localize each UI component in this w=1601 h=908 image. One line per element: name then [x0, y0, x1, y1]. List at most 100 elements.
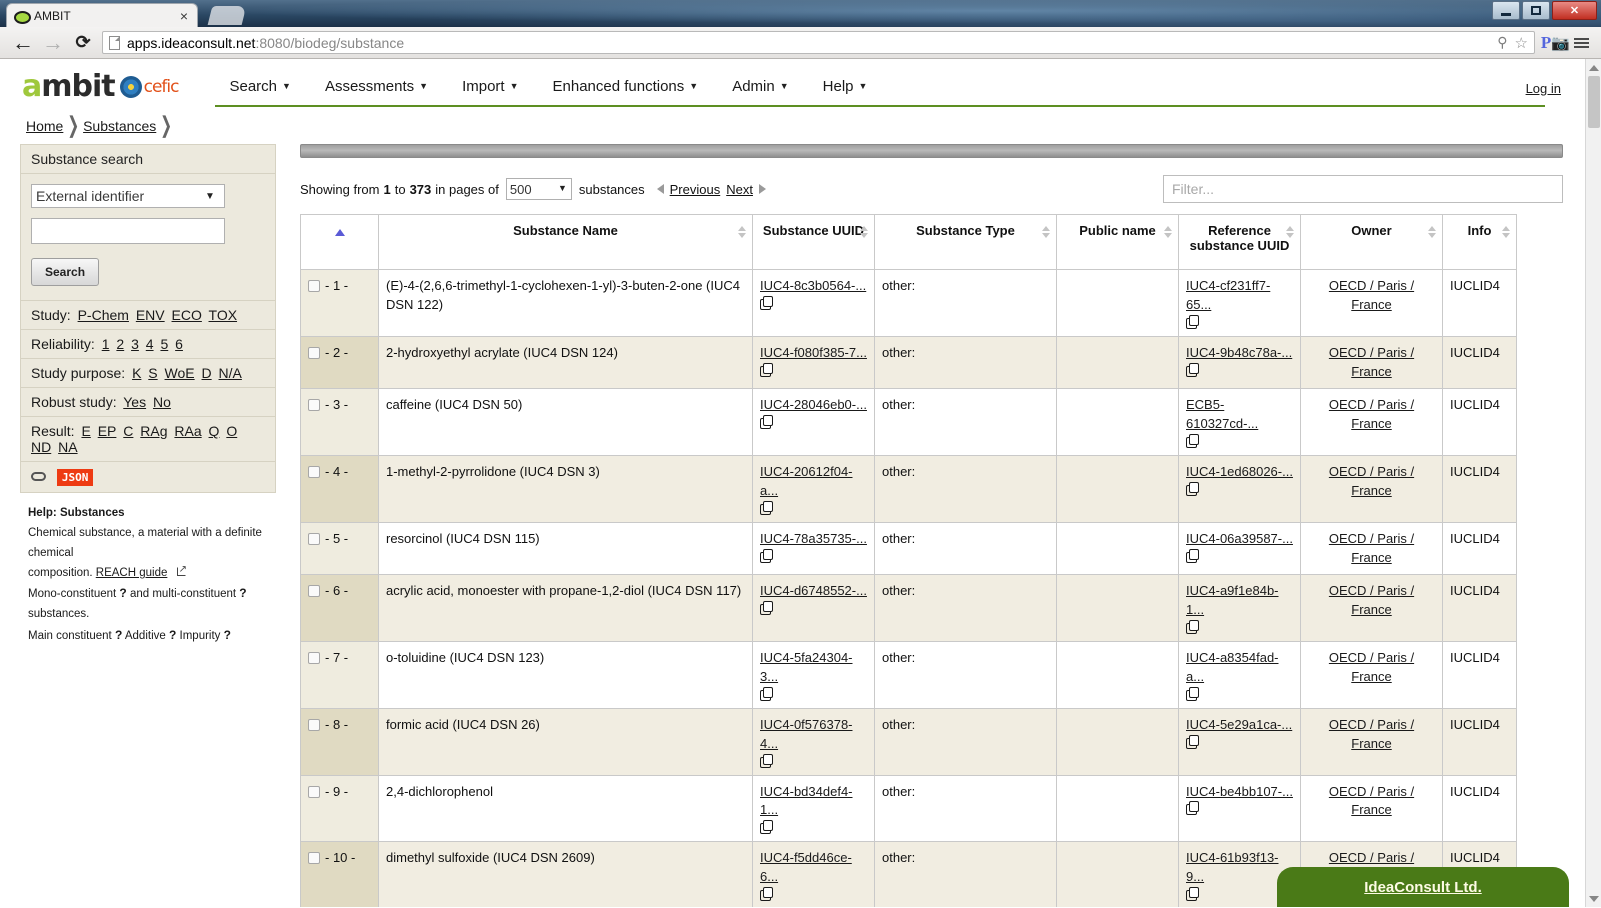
- copy-icon[interactable]: [1186, 801, 1199, 816]
- camera-extension-icon[interactable]: 📷: [1551, 34, 1570, 52]
- help-question-icon[interactable]: ?: [119, 586, 126, 600]
- facet-result-raa[interactable]: RAa: [174, 423, 201, 439]
- new-tab-button[interactable]: [207, 6, 247, 25]
- login-link[interactable]: Log in: [1526, 75, 1561, 96]
- address-bar[interactable]: apps.ideaconsult.net:8080/biodeg/substan…: [102, 31, 1535, 54]
- page-info-icon[interactable]: [109, 35, 120, 50]
- facet-purpose-d[interactable]: D: [202, 365, 212, 381]
- facet-robust-no[interactable]: No: [153, 394, 171, 410]
- row-checkbox[interactable]: [308, 852, 320, 865]
- reference-substance-uuid-link[interactable]: IUC4-1ed68026-...: [1186, 464, 1293, 479]
- owner-link[interactable]: OECD / Paris / France: [1308, 463, 1435, 501]
- table-row[interactable]: - 4 - 1-methyl-2-pyrrolidone (IUC4 DSN 3)…: [300, 455, 1517, 523]
- substance-uuid-link[interactable]: IUC4-20612f04-a...: [760, 464, 853, 498]
- link-icon[interactable]: [31, 472, 46, 481]
- substance-uuid-link[interactable]: IUC4-8c3b0564-...: [760, 278, 866, 293]
- menu-item-search[interactable]: Search ▼: [212, 75, 307, 105]
- table-row[interactable]: - 7 - o-toluidine (IUC4 DSN 123) IUC4-5fa2…: [300, 641, 1517, 709]
- facet-reliability-6[interactable]: 6: [175, 336, 183, 352]
- reference-substance-uuid-link[interactable]: IUC4-a9f1e84b-1...: [1186, 583, 1279, 617]
- ideaconsult-link[interactable]: IdeaConsult Ltd.: [1364, 879, 1482, 896]
- menu-item-assessments[interactable]: Assessments ▼: [308, 75, 445, 105]
- menu-item-enhanced-functions[interactable]: Enhanced functions ▼: [536, 75, 716, 105]
- copy-icon[interactable]: [1186, 314, 1199, 329]
- substance-uuid-link[interactable]: IUC4-f080f385-7...: [760, 345, 867, 360]
- owner-link[interactable]: OECD / Paris / France: [1308, 649, 1435, 687]
- facet-study-p-chem[interactable]: P-Chem: [78, 307, 129, 323]
- sort-icon[interactable]: [1164, 226, 1172, 238]
- row-checkbox[interactable]: [308, 346, 320, 359]
- column-header-public-name[interactable]: Public name: [1056, 214, 1179, 270]
- breadcrumb-substances[interactable]: Substances: [83, 118, 156, 134]
- substance-uuid-link[interactable]: IUC4-f5dd46ce-6...: [760, 850, 852, 884]
- column-header-reference-substance-uuid[interactable]: Reference substance UUID: [1178, 214, 1301, 270]
- identifier-select[interactable]: External identifier: [31, 184, 225, 208]
- table-row[interactable]: - 8 - formic acid (IUC4 DSN 26) IUC4-0f576…: [300, 707, 1517, 776]
- search-query-input[interactable]: [31, 218, 225, 244]
- column-header-substance-type[interactable]: Substance Type: [874, 214, 1057, 270]
- facet-study-eco[interactable]: ECO: [172, 307, 202, 323]
- reference-substance-uuid-link[interactable]: IUC4-9b48c78a-...: [1186, 345, 1292, 360]
- column-header-select[interactable]: [300, 214, 379, 270]
- copy-icon[interactable]: [760, 415, 773, 430]
- copy-icon[interactable]: [1186, 686, 1199, 701]
- scroll-up-icon[interactable]: [1586, 59, 1601, 76]
- owner-link[interactable]: OECD / Paris / France: [1308, 277, 1435, 315]
- back-icon[interactable]: ←: [8, 30, 38, 56]
- owner-link[interactable]: OECD / Paris / France: [1308, 344, 1435, 382]
- owner-link[interactable]: OECD / Paris / France: [1308, 783, 1435, 821]
- row-checkbox[interactable]: [308, 466, 320, 479]
- search-icon[interactable]: ⚲: [1497, 34, 1507, 51]
- sort-icon[interactable]: [860, 226, 868, 238]
- reference-substance-uuid-link[interactable]: IUC4-61b93f13-9...: [1186, 850, 1279, 884]
- ambit-logo[interactable]: a mbit cefic: [22, 69, 179, 104]
- copy-icon[interactable]: [760, 295, 773, 310]
- reference-substance-uuid-link[interactable]: IUC4-be4bb107-...: [1186, 784, 1293, 799]
- facet-reliability-1[interactable]: 1: [102, 336, 110, 352]
- facet-reliability-2[interactable]: 2: [116, 336, 124, 352]
- breadcrumb-home[interactable]: Home: [26, 118, 63, 134]
- reload-icon[interactable]: ⟳: [68, 30, 98, 56]
- facet-result-e[interactable]: E: [81, 423, 90, 439]
- copy-icon[interactable]: [1186, 734, 1199, 749]
- substance-uuid-link[interactable]: IUC4-d6748552-...: [760, 583, 867, 598]
- owner-link[interactable]: OECD / Paris / France: [1308, 530, 1435, 568]
- facet-reliability-3[interactable]: 3: [131, 336, 139, 352]
- facet-study-env[interactable]: ENV: [136, 307, 165, 323]
- facet-purpose-na[interactable]: N/A: [219, 365, 242, 381]
- page-vertical-scrollbar[interactable]: [1585, 59, 1601, 907]
- substance-uuid-link[interactable]: IUC4-5fa24304-3...: [760, 650, 853, 684]
- row-checkbox[interactable]: [308, 652, 320, 665]
- facet-result-q[interactable]: Q: [209, 423, 220, 439]
- substance-uuid-link[interactable]: IUC4-28046eb0-...: [760, 397, 867, 412]
- column-header-substance-uuid[interactable]: Substance UUID: [752, 214, 875, 270]
- owner-link[interactable]: OECD / Paris / France: [1308, 396, 1435, 434]
- help-question-icon[interactable]: ?: [115, 628, 122, 642]
- copy-icon[interactable]: [1186, 886, 1199, 901]
- reference-substance-uuid-link[interactable]: ECB5-610327cd-...: [1186, 397, 1258, 431]
- owner-link[interactable]: OECD / Paris / France: [1308, 582, 1435, 620]
- sort-icon[interactable]: [1286, 226, 1294, 238]
- table-row[interactable]: - 1 - (E)-4-(2,6,6-trimethyl-1-cyclohexen…: [300, 269, 1517, 337]
- menu-item-import[interactable]: Import ▼: [445, 75, 535, 105]
- copy-icon[interactable]: [760, 820, 773, 835]
- previous-page-link[interactable]: Previous: [670, 182, 721, 197]
- browser-tab-ambit[interactable]: AMBIT ×: [6, 3, 198, 27]
- facet-purpose-k[interactable]: K: [132, 365, 141, 381]
- row-checkbox[interactable]: [308, 532, 320, 545]
- facet-result-na[interactable]: NA: [58, 439, 77, 455]
- column-header-substance-name[interactable]: Substance Name: [378, 214, 753, 270]
- row-checkbox[interactable]: [308, 280, 320, 292]
- scroll-down-icon[interactable]: [1586, 890, 1601, 907]
- facet-result-rag[interactable]: RAg: [140, 423, 167, 439]
- table-row[interactable]: - 3 - caffeine (IUC4 DSN 50) IUC4-28046eb0…: [300, 388, 1517, 457]
- json-export-badge[interactable]: JSON: [56, 468, 94, 486]
- copy-icon[interactable]: [760, 686, 773, 701]
- copy-icon[interactable]: [760, 548, 773, 563]
- column-header-owner[interactable]: Owner: [1300, 214, 1443, 270]
- browser-menu-icon[interactable]: [1574, 37, 1589, 48]
- previous-arrow-icon[interactable]: [656, 184, 664, 194]
- table-row[interactable]: - 9 - 2,4-dichlorophenol IUC4-bd34def4-1..…: [300, 774, 1517, 843]
- substance-uuid-link[interactable]: IUC4-78a35735-...: [760, 531, 867, 546]
- facet-purpose-woe[interactable]: WoE: [165, 365, 195, 381]
